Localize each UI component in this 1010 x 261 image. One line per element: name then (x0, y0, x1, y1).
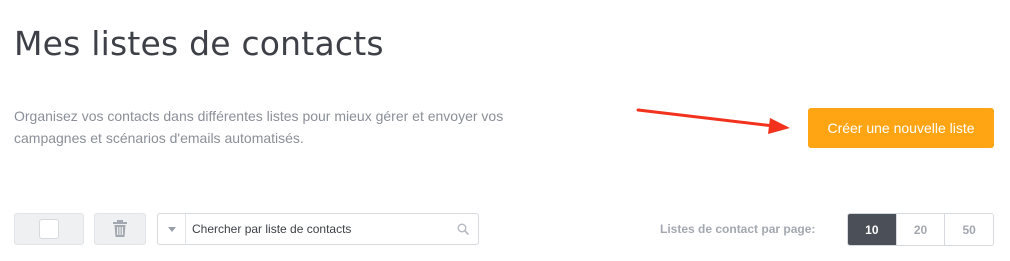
caret-down-icon (167, 226, 176, 232)
search-input[interactable] (186, 214, 448, 244)
per-page-option-20[interactable]: 20 (895, 214, 945, 245)
per-page-option-10[interactable]: 10 (848, 214, 896, 245)
per-page-selector: 10 20 50 (847, 213, 994, 246)
trash-icon (113, 220, 127, 237)
search-bar (157, 213, 479, 245)
delete-button[interactable] (94, 213, 146, 245)
pointer-arrow-icon (636, 108, 790, 134)
page-title: Mes listes de contacts (14, 24, 384, 63)
per-page-label: Listes de contact par page: (660, 222, 816, 236)
select-all-checkbox[interactable] (39, 219, 59, 239)
search-icon (457, 223, 469, 235)
create-list-button[interactable]: Créer une nouvelle liste (808, 108, 994, 148)
per-page-option-50[interactable]: 50 (944, 214, 993, 245)
page-description: Organisez vos contacts dans différentes … (14, 108, 504, 146)
select-all-toggle[interactable] (14, 213, 84, 245)
filter-dropdown[interactable] (158, 214, 186, 244)
search-button[interactable] (448, 223, 478, 235)
